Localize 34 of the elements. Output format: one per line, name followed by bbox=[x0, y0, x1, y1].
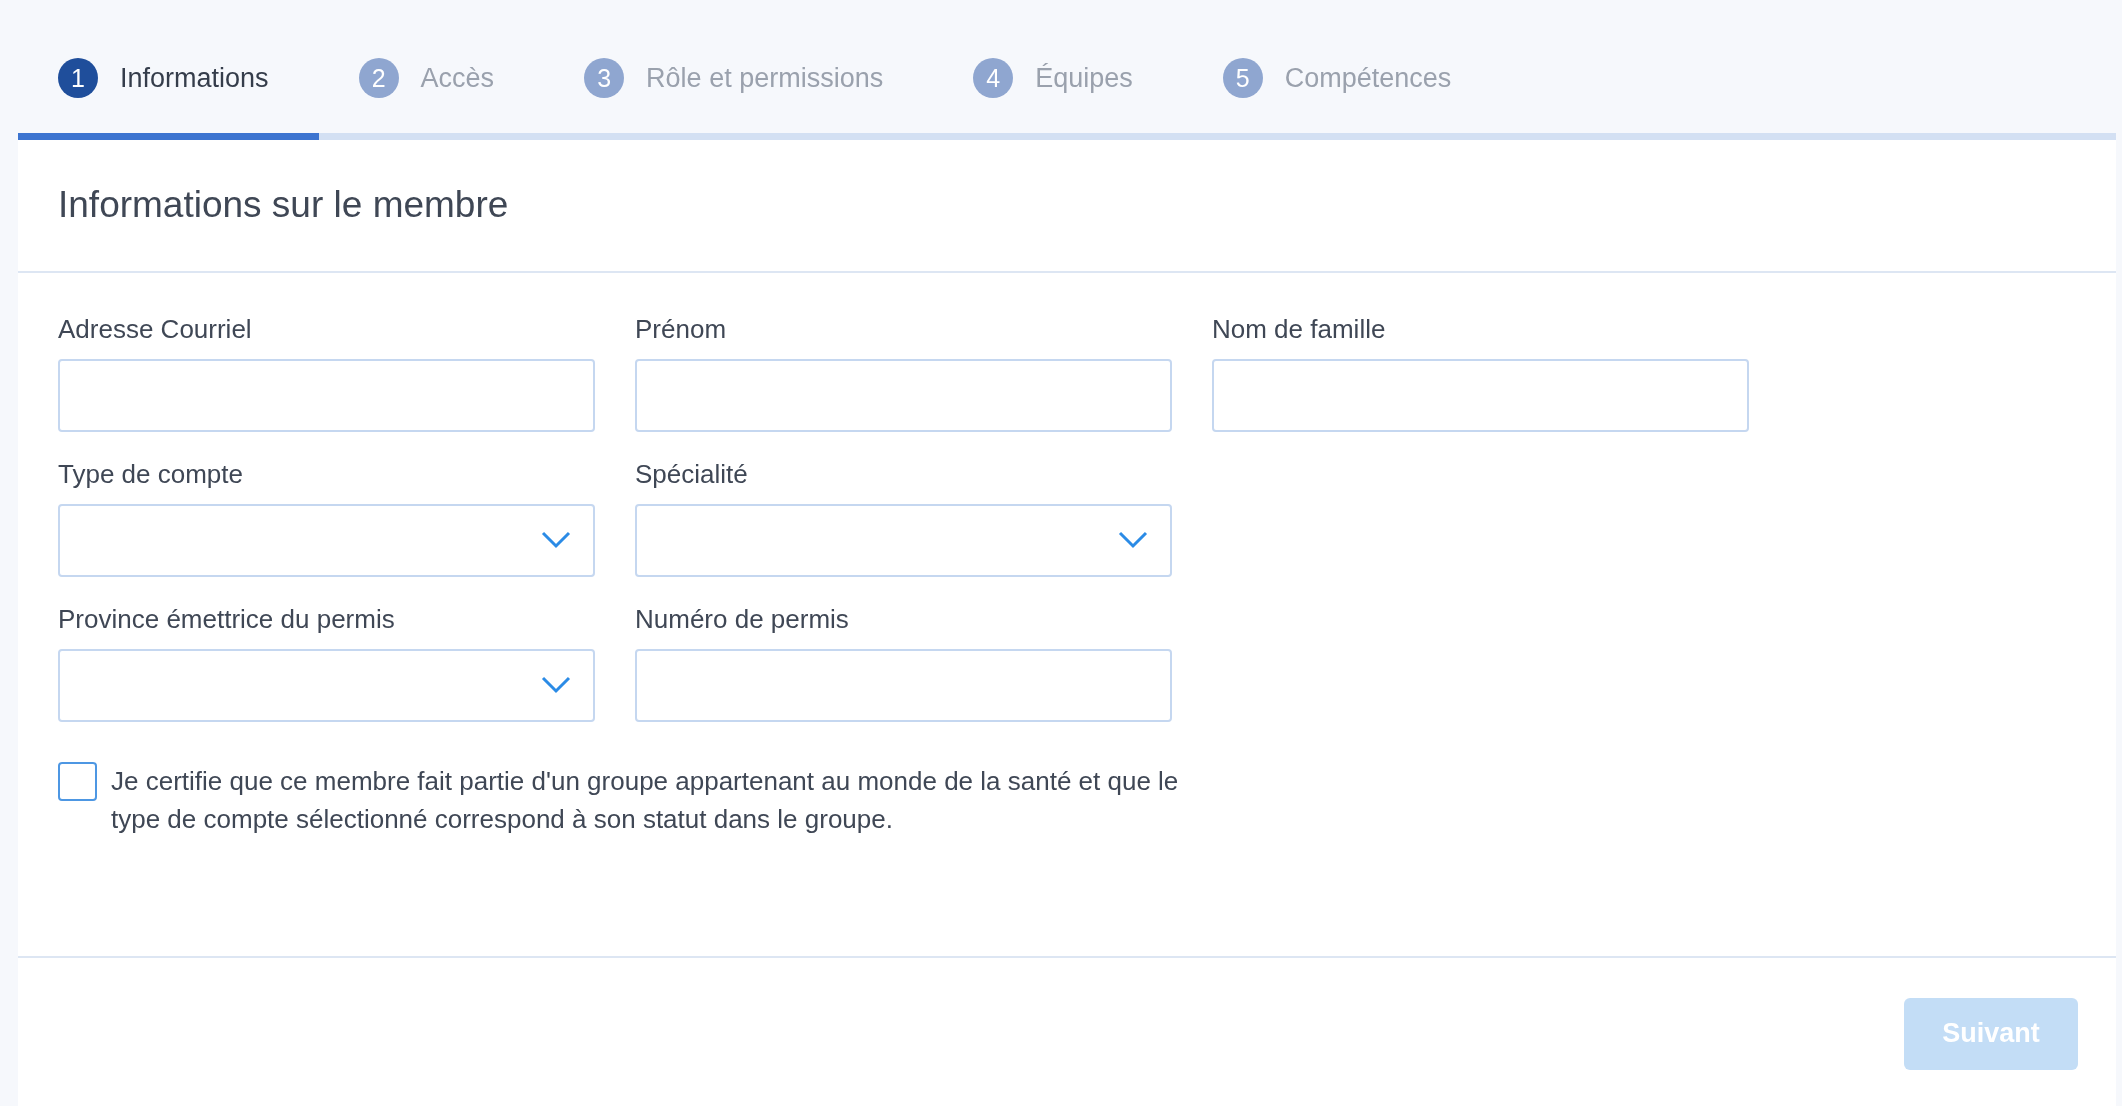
chevron-down-icon bbox=[541, 676, 571, 694]
step-number: 3 bbox=[584, 58, 625, 99]
input-field[interactable] bbox=[58, 358, 595, 432]
step-label: Accès bbox=[420, 62, 495, 95]
step-number: 4 bbox=[973, 58, 1014, 99]
step-tab[interactable]: 3 Rôle et permissions bbox=[544, 58, 934, 140]
step-number: 5 bbox=[1222, 58, 1263, 99]
field-label: Prénom bbox=[635, 312, 728, 345]
select-field[interactable] bbox=[58, 503, 595, 577]
select-field[interactable] bbox=[635, 503, 1172, 577]
step-tab[interactable]: 4 Équipes bbox=[933, 58, 1183, 140]
input-field[interactable] bbox=[635, 648, 1172, 722]
field-label: Spécialité bbox=[635, 457, 749, 490]
step-tab[interactable]: 5 Compétences bbox=[1182, 58, 1502, 140]
step-label: Équipes bbox=[1035, 62, 1133, 95]
checkbox[interactable] bbox=[58, 761, 97, 801]
step-number: 2 bbox=[358, 58, 399, 99]
step-number: 1 bbox=[58, 58, 98, 99]
input-field[interactable] bbox=[1212, 358, 1749, 432]
chevron-down-icon bbox=[541, 531, 571, 549]
step-label: Informations bbox=[120, 62, 269, 95]
step-label: Rôle et permissions bbox=[646, 62, 884, 95]
chevron-down-icon bbox=[1118, 531, 1148, 549]
step-label: Compétences bbox=[1284, 62, 1452, 95]
certification-text: Je certifie que ce membre fait partie d'un groupe appartenant au monde de la santé et que le type de compte sélectionné correspond à son statut dans le groupe. bbox=[111, 764, 1180, 836]
step-tab[interactable]: 2 Accès bbox=[318, 58, 545, 140]
field-label: Type de compte bbox=[58, 457, 244, 490]
field-label: Province émettrice du permis bbox=[58, 602, 396, 635]
input-field[interactable] bbox=[635, 358, 1172, 432]
field-label: Adresse Courriel bbox=[58, 312, 253, 345]
select-field[interactable] bbox=[58, 648, 595, 722]
field-label: Nom de famille bbox=[1212, 312, 1387, 345]
field-label: Numéro de permis bbox=[635, 602, 850, 635]
card-title: Informations sur le membre bbox=[58, 183, 509, 228]
